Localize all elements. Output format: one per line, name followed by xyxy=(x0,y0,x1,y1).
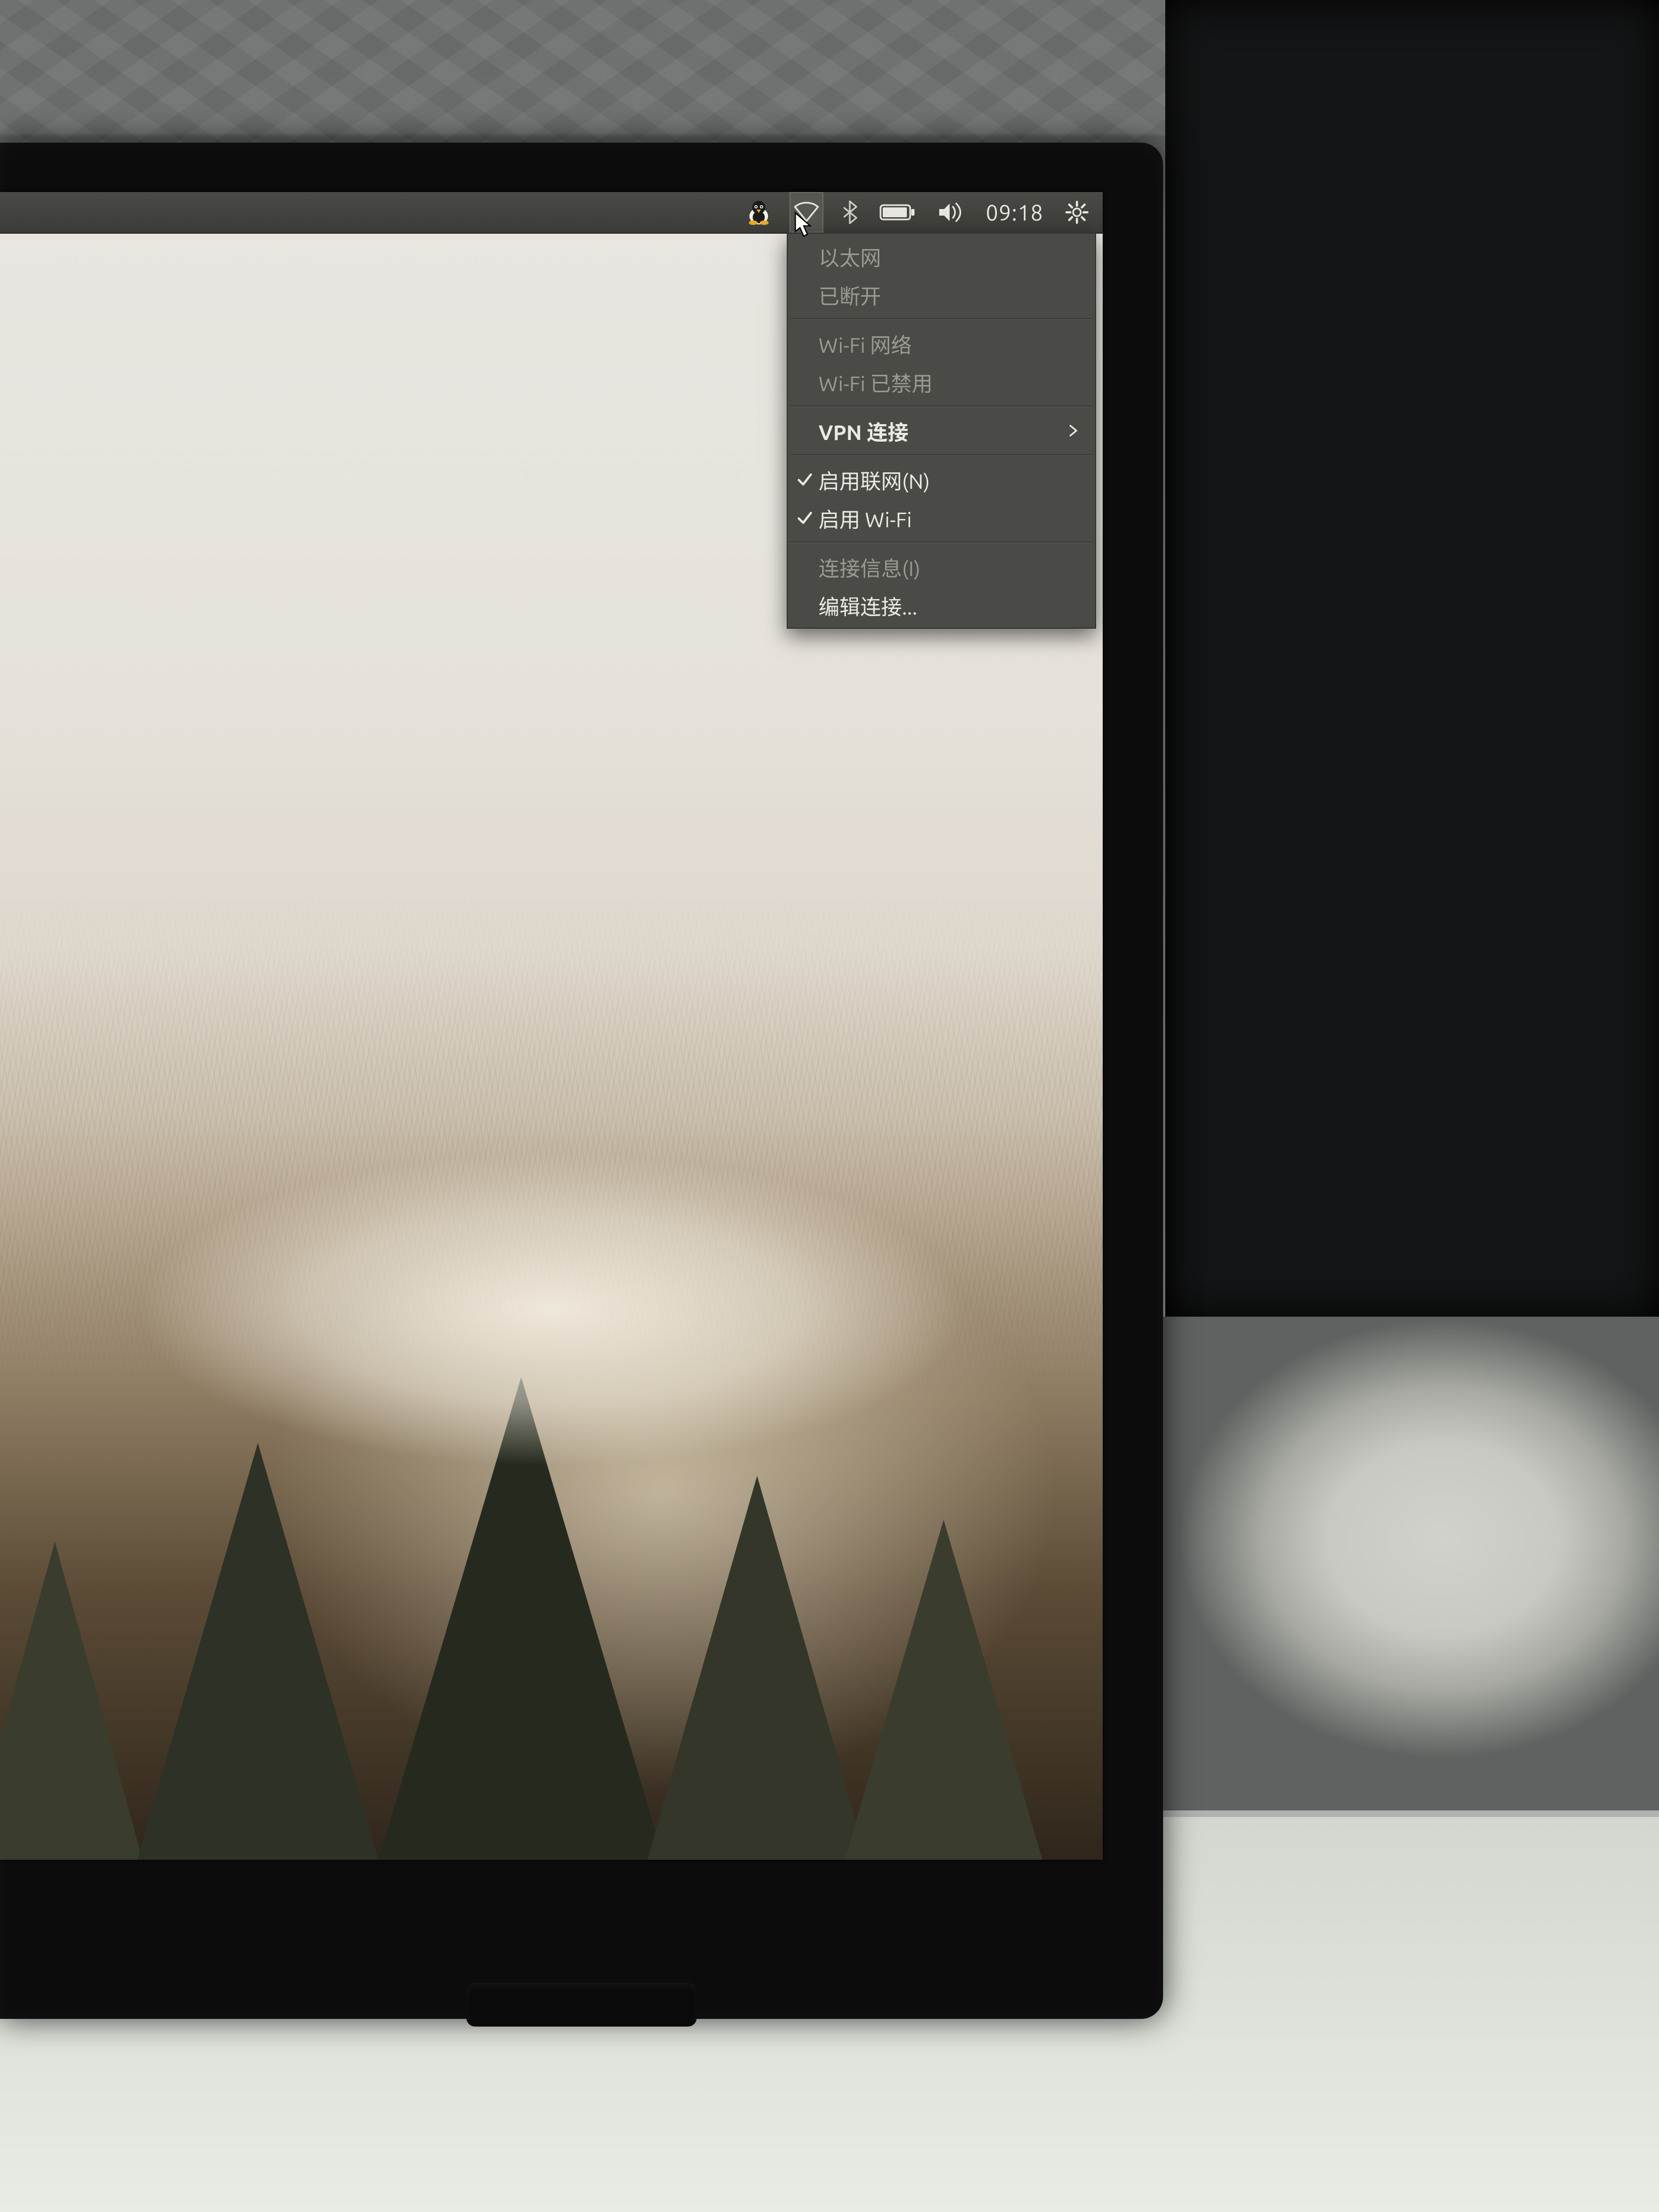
desk-cable-area xyxy=(1141,1317,1659,1810)
gear-icon xyxy=(1065,201,1088,224)
tux-indicator[interactable] xyxy=(743,192,774,233)
enable-wifi-toggle[interactable]: 启用 Wi-Fi xyxy=(788,499,1095,537)
system-menubar: 09:18 xyxy=(0,192,1103,234)
wallpaper-texture xyxy=(0,893,1103,1393)
enable-wifi-label: 启用 Wi-Fi xyxy=(819,503,912,533)
battery-indicator[interactable] xyxy=(876,192,919,233)
wifi-status: Wi-Fi 已禁用 xyxy=(788,363,1095,401)
tux-icon xyxy=(747,200,771,225)
connection-info-item: 连接信息(I) xyxy=(788,548,1095,586)
checkmark-icon xyxy=(797,510,813,526)
laptop-screen: 09:18 xyxy=(0,192,1103,1860)
bluetooth-indicator[interactable] xyxy=(839,192,861,233)
wifi-header: Wi-Fi 网络 xyxy=(788,324,1095,363)
laptop-hinge xyxy=(466,1983,697,2027)
menu-separator xyxy=(790,318,1093,320)
bluetooth-icon xyxy=(842,200,857,224)
volume-icon xyxy=(938,201,964,223)
laptop-bezel: 09:18 xyxy=(0,143,1163,2019)
checkmark-icon xyxy=(797,471,813,488)
network-menu: 以太网 已断开 Wi-Fi 网络 Wi-Fi 已禁用 VPN 连接 启用联网(N… xyxy=(787,233,1096,629)
battery-icon xyxy=(879,203,916,222)
vpn-submenu[interactable]: VPN 连接 xyxy=(788,411,1095,450)
edit-connections-item[interactable]: 编辑连接... xyxy=(788,586,1095,624)
enable-networking-label: 启用联网(N) xyxy=(819,465,930,495)
ethernet-header: 以太网 xyxy=(788,237,1095,275)
enable-networking-toggle[interactable]: 启用联网(N) xyxy=(788,460,1095,499)
ethernet-status: 已断开 xyxy=(788,275,1095,314)
menu-separator xyxy=(790,541,1093,543)
adjacent-monitor xyxy=(1165,0,1659,1317)
sound-indicator[interactable] xyxy=(934,192,967,233)
menu-separator xyxy=(790,405,1093,407)
session-indicator[interactable] xyxy=(1062,192,1092,233)
clock-indicator[interactable]: 09:18 xyxy=(983,192,1047,233)
wifi-empty-icon xyxy=(793,201,820,223)
menu-separator xyxy=(790,454,1093,456)
chevron-right-icon xyxy=(1066,424,1080,437)
vpn-label: VPN 连接 xyxy=(819,416,909,446)
network-indicator[interactable] xyxy=(789,192,823,233)
